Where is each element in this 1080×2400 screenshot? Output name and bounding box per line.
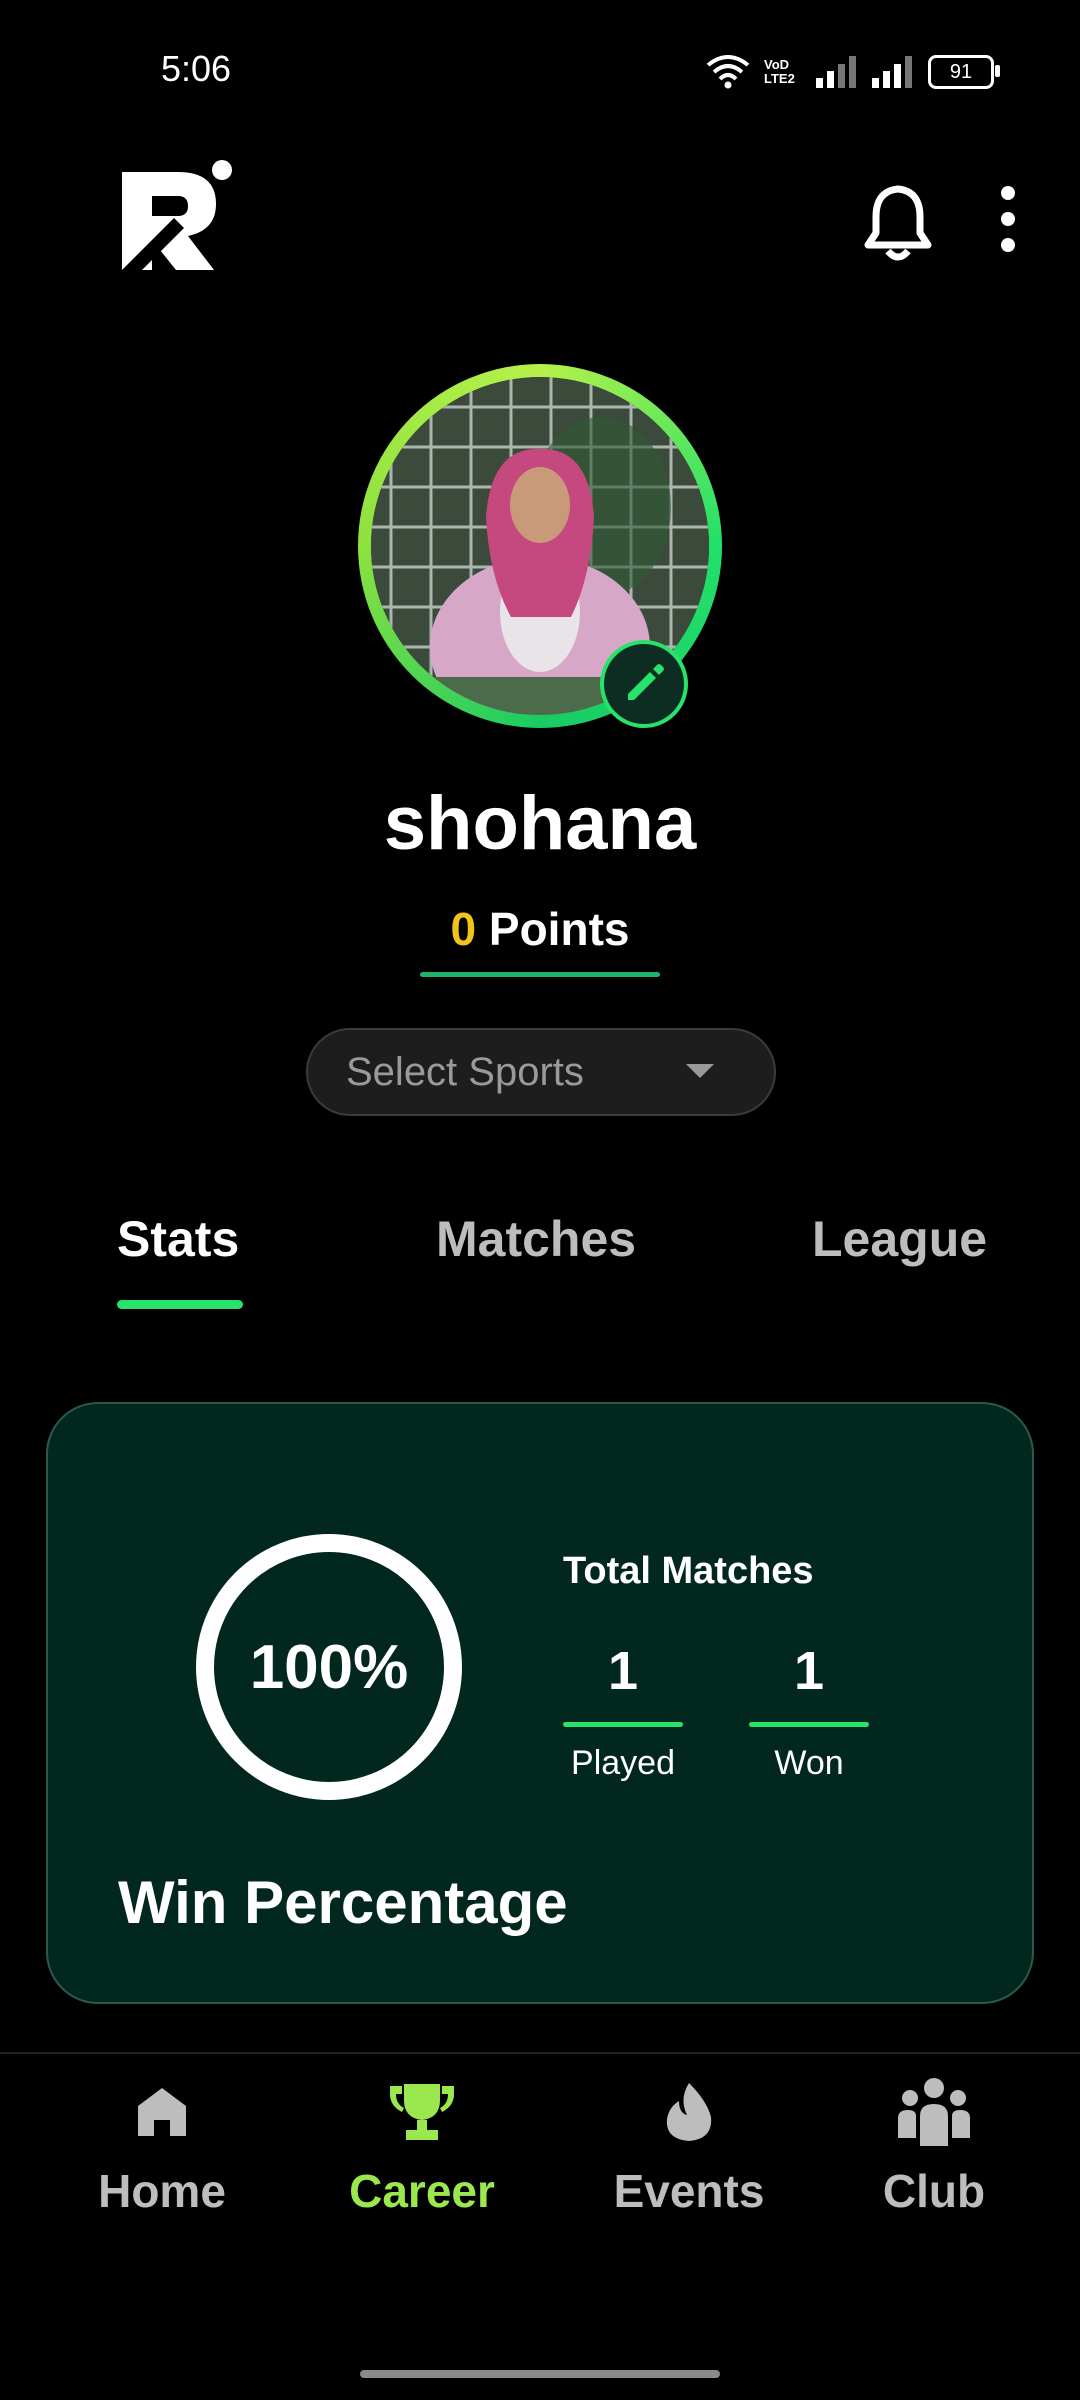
status-time: 5:06 [161, 48, 232, 89]
nav-label-events: Events [613, 2165, 765, 2217]
won-value: 1 [793, 1641, 825, 1701]
nav-item-home[interactable]: Home [62, 2072, 262, 2218]
wifi-icon [706, 55, 750, 89]
total-matches-title: Total Matches [563, 1550, 814, 1592]
win-percentage-value: 100% [249, 1632, 409, 1702]
battery-icon: 91 [928, 55, 1000, 89]
profile-username: shohana [383, 781, 697, 866]
bottom-nav-divider [0, 2052, 1080, 2054]
played-value: 1 [607, 1641, 639, 1701]
nav-label-home: Home [98, 2165, 226, 2217]
group-icon [898, 2078, 970, 2146]
app-logo [122, 160, 232, 270]
battery-level: 91 [949, 60, 973, 83]
won-label: Won [774, 1744, 844, 1782]
status-icons: VoD LTE2 91 [706, 52, 1000, 92]
signal-icon-2 [872, 56, 912, 88]
points-display: 0 Points [0, 902, 1080, 956]
played-underline [563, 1722, 683, 1727]
tab-league[interactable]: League [812, 1210, 987, 1268]
chevron-down-icon [686, 1064, 714, 1078]
nav-item-career[interactable]: Career [322, 2072, 522, 2218]
flame-icon [666, 2083, 712, 2141]
tab-matches[interactable]: Matches [436, 1210, 636, 1268]
played-label: Played [571, 1744, 675, 1782]
edit-avatar-button[interactable] [600, 640, 688, 728]
points-underline [420, 972, 660, 977]
bell-icon[interactable] [862, 183, 934, 263]
win-percentage-ring: 100% [196, 1534, 462, 1800]
nav-label-club: Club [882, 2165, 986, 2217]
network-type-label: VoD LTE2 [764, 57, 795, 86]
pencil-icon [628, 664, 664, 700]
signal-icon [816, 56, 856, 88]
nav-label-career: Career [349, 2165, 495, 2217]
select-sports-dropdown[interactable]: Select Sports [306, 1028, 776, 1116]
nav-item-club[interactable]: Club [834, 2072, 1034, 2218]
system-home-indicator[interactable] [360, 2370, 720, 2378]
points-value: 0 [450, 903, 477, 955]
select-sports-placeholder: Select Sports [346, 1049, 584, 1094]
home-icon [138, 2088, 186, 2136]
win-percentage-label: Win Percentage [118, 1869, 568, 1936]
nav-item-events[interactable]: Events [589, 2072, 789, 2218]
tab-active-indicator [117, 1300, 243, 1309]
trophy-icon [390, 2084, 454, 2140]
tab-stats[interactable]: Stats [117, 1210, 239, 1268]
more-vertical-icon[interactable] [990, 185, 1026, 255]
points-label: Points [488, 903, 630, 955]
won-underline [749, 1722, 869, 1727]
